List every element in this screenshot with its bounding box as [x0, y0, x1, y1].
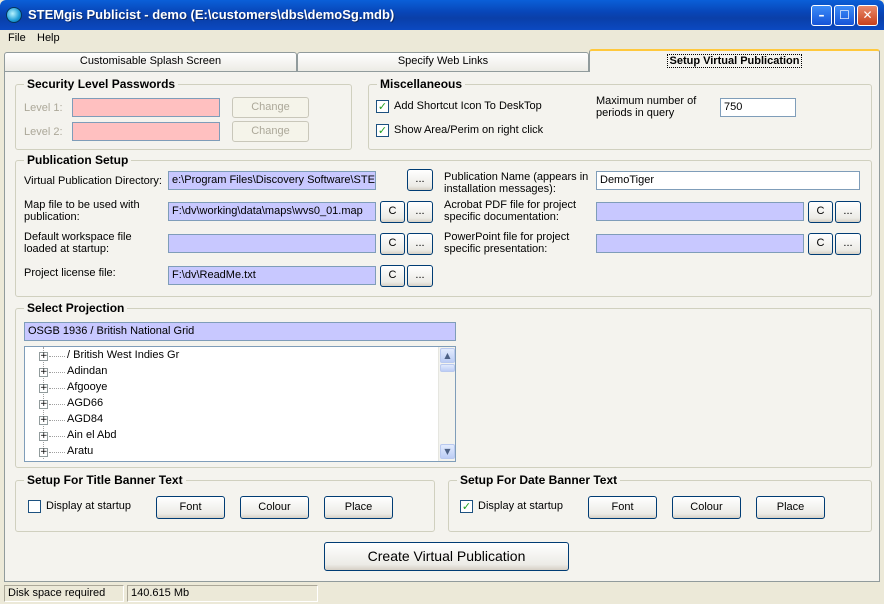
status-disk-label: Disk space required — [4, 585, 124, 602]
security-group-title: Security Level Passwords — [24, 77, 179, 91]
tree-item-label: AGD66 — [67, 397, 104, 409]
window-title: STEMgis Publicist - demo (E:\customers\d… — [28, 7, 395, 22]
minimize-icon[interactable]: – — [811, 5, 832, 26]
tree-scrollbar[interactable]: ▲ ▼ — [438, 347, 455, 461]
expand-icon[interactable]: + — [39, 432, 48, 441]
create-virtual-publication-button[interactable]: Create Virtual Publication — [324, 542, 569, 571]
title-banner-group-title: Setup For Title Banner Text — [24, 473, 186, 487]
title-font-button[interactable]: Font — [156, 496, 225, 519]
vpd-browse-button[interactable]: ... — [407, 169, 433, 191]
tree-connector — [49, 372, 65, 373]
selected-projection-field[interactable]: OSGB 1936 / British National Grid — [24, 322, 456, 341]
date-font-button[interactable]: Font — [588, 496, 657, 519]
max-periods-label: Maximum number of periods in query — [596, 95, 697, 119]
title-colour-button[interactable]: Colour — [240, 496, 309, 519]
pdf-label: Acrobat PDF file for project specific do… — [444, 199, 577, 223]
expand-icon[interactable]: + — [39, 352, 48, 361]
workspace-browse-button[interactable]: ... — [407, 233, 433, 255]
title-display-label: Display at startup — [46, 500, 131, 512]
mapfile-clear-button[interactable]: C — [380, 201, 405, 223]
tree-item-label: Afgooye — [67, 381, 108, 393]
vpd-field[interactable]: e:\Program Files\Discovery Software\STE — [168, 171, 376, 190]
level2-label: Level 2: — [24, 126, 63, 138]
date-display-checkbox[interactable]: ✓ — [460, 500, 473, 513]
tree-item-label: Ain el Abd — [67, 429, 117, 441]
tree-connector — [49, 388, 65, 389]
tab-splash-screen[interactable]: Customisable Splash Screen — [4, 52, 297, 71]
pubname-label: Publication Name (appears in installatio… — [444, 171, 589, 195]
publication-setup-title: Publication Setup — [24, 153, 132, 167]
menu-help[interactable]: Help — [37, 32, 60, 44]
scroll-down-icon[interactable]: ▼ — [440, 444, 455, 459]
close-icon[interactable]: ✕ — [857, 5, 878, 26]
projection-group-title: Select Projection — [24, 301, 128, 315]
mapfile-field[interactable]: F:\dv\working\data\maps\wvs0_01.map — [168, 202, 376, 221]
tab-label: Setup Virtual Publication — [666, 54, 803, 68]
misc-group-title: Miscellaneous — [377, 77, 466, 91]
status-disk-value: 140.615 Mb — [127, 585, 318, 602]
scroll-thumb[interactable] — [440, 364, 455, 372]
tree-connector — [49, 452, 65, 453]
expand-icon[interactable]: + — [39, 416, 48, 425]
tab-setup-virtual-publication[interactable]: Setup Virtual Publication — [589, 49, 880, 72]
pdf-browse-button[interactable]: ... — [835, 201, 861, 223]
mapfile-label: Map file to be used with publication: — [24, 199, 140, 223]
date-banner-group-title: Setup For Date Banner Text — [457, 473, 621, 487]
tree-connector — [49, 436, 65, 437]
license-browse-button[interactable]: ... — [407, 265, 433, 287]
tree-item-label: Adindan — [67, 365, 108, 377]
scroll-up-icon[interactable]: ▲ — [440, 348, 455, 363]
pdf-field[interactable] — [596, 202, 804, 221]
expand-icon[interactable]: + — [39, 448, 48, 457]
menu-file[interactable]: File — [8, 32, 26, 44]
license-label: Project license file: — [24, 267, 116, 279]
date-colour-button[interactable]: Colour — [672, 496, 741, 519]
ppt-label: PowerPoint file for project specific pre… — [444, 231, 570, 255]
workspace-field[interactable] — [168, 234, 376, 253]
level1-change-button[interactable]: Change — [232, 97, 309, 118]
showarea-checkbox[interactable]: ✓ — [376, 124, 389, 137]
maximize-icon[interactable]: ☐ — [834, 5, 855, 26]
expand-icon[interactable]: + — [39, 384, 48, 393]
workspace-clear-button[interactable]: C — [380, 233, 405, 255]
mapfile-browse-button[interactable]: ... — [407, 201, 433, 223]
level1-label: Level 1: — [24, 102, 63, 114]
pdf-clear-button[interactable]: C — [808, 201, 833, 223]
menu-bar — [0, 30, 884, 48]
ppt-clear-button[interactable]: C — [808, 233, 833, 255]
level1-password-field[interactable] — [72, 98, 220, 117]
date-place-button[interactable]: Place — [756, 496, 825, 519]
license-field[interactable]: F:\dv\ReadMe.txt — [168, 266, 376, 285]
tree-item-label: Aratu — [67, 445, 94, 457]
level2-change-button[interactable]: Change — [232, 121, 309, 142]
projection-tree[interactable]: + / British West Indies Gr + Adindan + Afgo… — [24, 346, 456, 462]
workspace-label: Default workspace file loaded at startup… — [24, 231, 132, 255]
showarea-label: Show Area/Perim on right click — [394, 124, 544, 136]
ppt-browse-button[interactable]: ... — [835, 233, 861, 255]
max-periods-input[interactable]: 750 — [720, 98, 796, 117]
tree-connector — [49, 404, 65, 405]
tree-item-label: AGD84 — [67, 413, 104, 425]
expand-icon[interactable]: + — [39, 368, 48, 377]
vpd-label: Virtual Publication Directory: — [24, 175, 162, 187]
ppt-field[interactable] — [596, 234, 804, 253]
tree-connector — [49, 356, 65, 357]
app-icon[interactable] — [6, 7, 22, 23]
title-place-button[interactable]: Place — [324, 496, 393, 519]
expand-icon[interactable]: + — [39, 400, 48, 409]
shortcut-label: Add Shortcut Icon To DeskTop — [394, 100, 542, 112]
tree-connector — [49, 420, 65, 421]
shortcut-checkbox[interactable]: ✓ — [376, 100, 389, 113]
level2-password-field[interactable] — [72, 122, 220, 141]
tab-web-links[interactable]: Specify Web Links — [297, 52, 589, 71]
pubname-field[interactable]: DemoTiger — [596, 171, 860, 190]
license-clear-button[interactable]: C — [380, 265, 405, 287]
tree-item-label: / British West Indies Gr — [67, 349, 180, 361]
date-display-label: Display at startup — [478, 500, 563, 512]
title-display-checkbox[interactable] — [28, 500, 41, 513]
